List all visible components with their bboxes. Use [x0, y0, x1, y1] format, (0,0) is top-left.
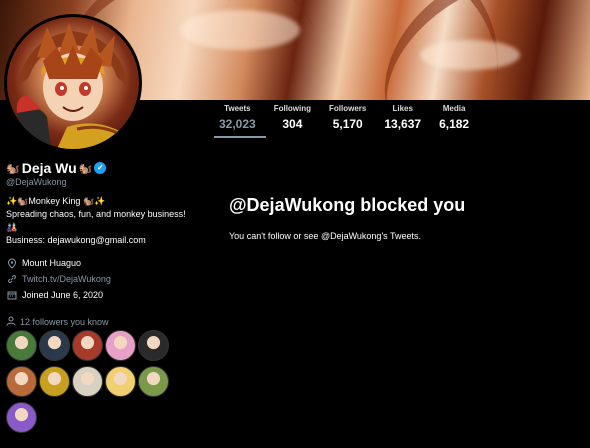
follower-avatar[interactable] [39, 330, 70, 361]
stat-label: Likes [392, 104, 413, 113]
active-tab-indicator [214, 136, 266, 138]
person-icon [6, 316, 16, 328]
followers-you-know-label: 12 followers you know [20, 317, 109, 327]
bio-line: ✨🐿️Monkey King 🐿️✨ [6, 196, 106, 206]
followers-you-know[interactable]: 12 followers you know [6, 316, 109, 328]
profile-card: 🐿️ Deja Wu 🐿️ ✓ @DejaWukong ✨🐿️Monkey Ki… [6, 160, 196, 303]
profile-stats: Tweets 32,023 Following 304 Followers 5,… [210, 104, 478, 131]
banner-highlight [180, 10, 300, 50]
stat-value: 5,170 [332, 117, 363, 131]
stat-followers[interactable]: Followers 5,170 [320, 104, 375, 131]
display-name: 🐿️ Deja Wu 🐿️ ✓ [6, 160, 196, 176]
follower-avatar[interactable] [39, 366, 70, 397]
follower-avatar[interactable] [105, 366, 136, 397]
stat-tweets[interactable]: Tweets 32,023 [210, 104, 265, 131]
stat-value: 13,637 [384, 117, 422, 131]
avatar-illustration [16, 23, 139, 149]
link-icon [6, 274, 17, 285]
profile-bio: ✨🐿️Monkey King 🐿️✨ Spreading chaos, fun,… [6, 195, 196, 247]
banner-highlight [420, 40, 520, 70]
stat-value: 6,182 [439, 117, 470, 131]
stat-label: Followers [329, 104, 367, 113]
follower-avatar[interactable] [138, 366, 169, 397]
location-text: Mount Huaguo [22, 258, 82, 268]
follower-avatar[interactable] [138, 330, 169, 361]
profile-avatar[interactable] [4, 14, 142, 152]
follower-avatar[interactable] [72, 366, 103, 397]
squirrel-emoji-icon: 🐿️ [6, 162, 20, 175]
stat-value: 32,023 [219, 117, 256, 131]
stat-value: 304 [282, 117, 303, 131]
squirrel-emoji-icon: 🐿️ [78, 162, 93, 175]
stat-likes[interactable]: Likes 13,637 [375, 104, 430, 131]
verified-badge-icon: ✓ [94, 162, 107, 174]
bio-line: Business: dejawukong@gmail.com [6, 235, 146, 245]
follower-avatar[interactable] [105, 330, 136, 361]
profile-link[interactable]: Twitch.tv/DejaWukong [22, 274, 111, 284]
follower-avatar[interactable] [6, 366, 37, 397]
stat-media[interactable]: Media 6,182 [430, 104, 478, 131]
stat-label: Following [273, 104, 312, 113]
followers-you-know-avatars [6, 330, 176, 436]
stat-label: Media [442, 104, 466, 113]
follower-avatar[interactable] [6, 402, 37, 433]
user-handle: @DejaWukong [6, 177, 67, 187]
follower-avatar[interactable] [6, 330, 37, 361]
map-pin-icon [6, 257, 17, 269]
joined-text: Joined June 6, 2020 [22, 290, 104, 300]
stat-following[interactable]: Following 304 [265, 104, 320, 131]
location-row: Mount Huaguo [6, 255, 196, 271]
blocked-title: @DejaWukong blocked you [229, 195, 466, 215]
joined-row: Joined June 6, 2020 [6, 287, 196, 303]
calendar-icon [6, 290, 17, 301]
profile-meta: Mount Huaguo Twitch.tv/DejaWukong Joined… [6, 255, 196, 303]
stat-label: Tweets [224, 104, 251, 113]
blocked-notice: @DejaWukong blocked you You can't follow… [229, 195, 465, 241]
follower-avatar[interactable] [72, 330, 103, 361]
blocked-subtitle: You can't follow or see @DejaWukong's Tw… [229, 231, 422, 241]
display-name-text: Deja Wu [21, 160, 77, 176]
bio-line: Spreading chaos, fun, and monkey busines… [6, 209, 186, 232]
link-row[interactable]: Twitch.tv/DejaWukong [6, 271, 196, 287]
